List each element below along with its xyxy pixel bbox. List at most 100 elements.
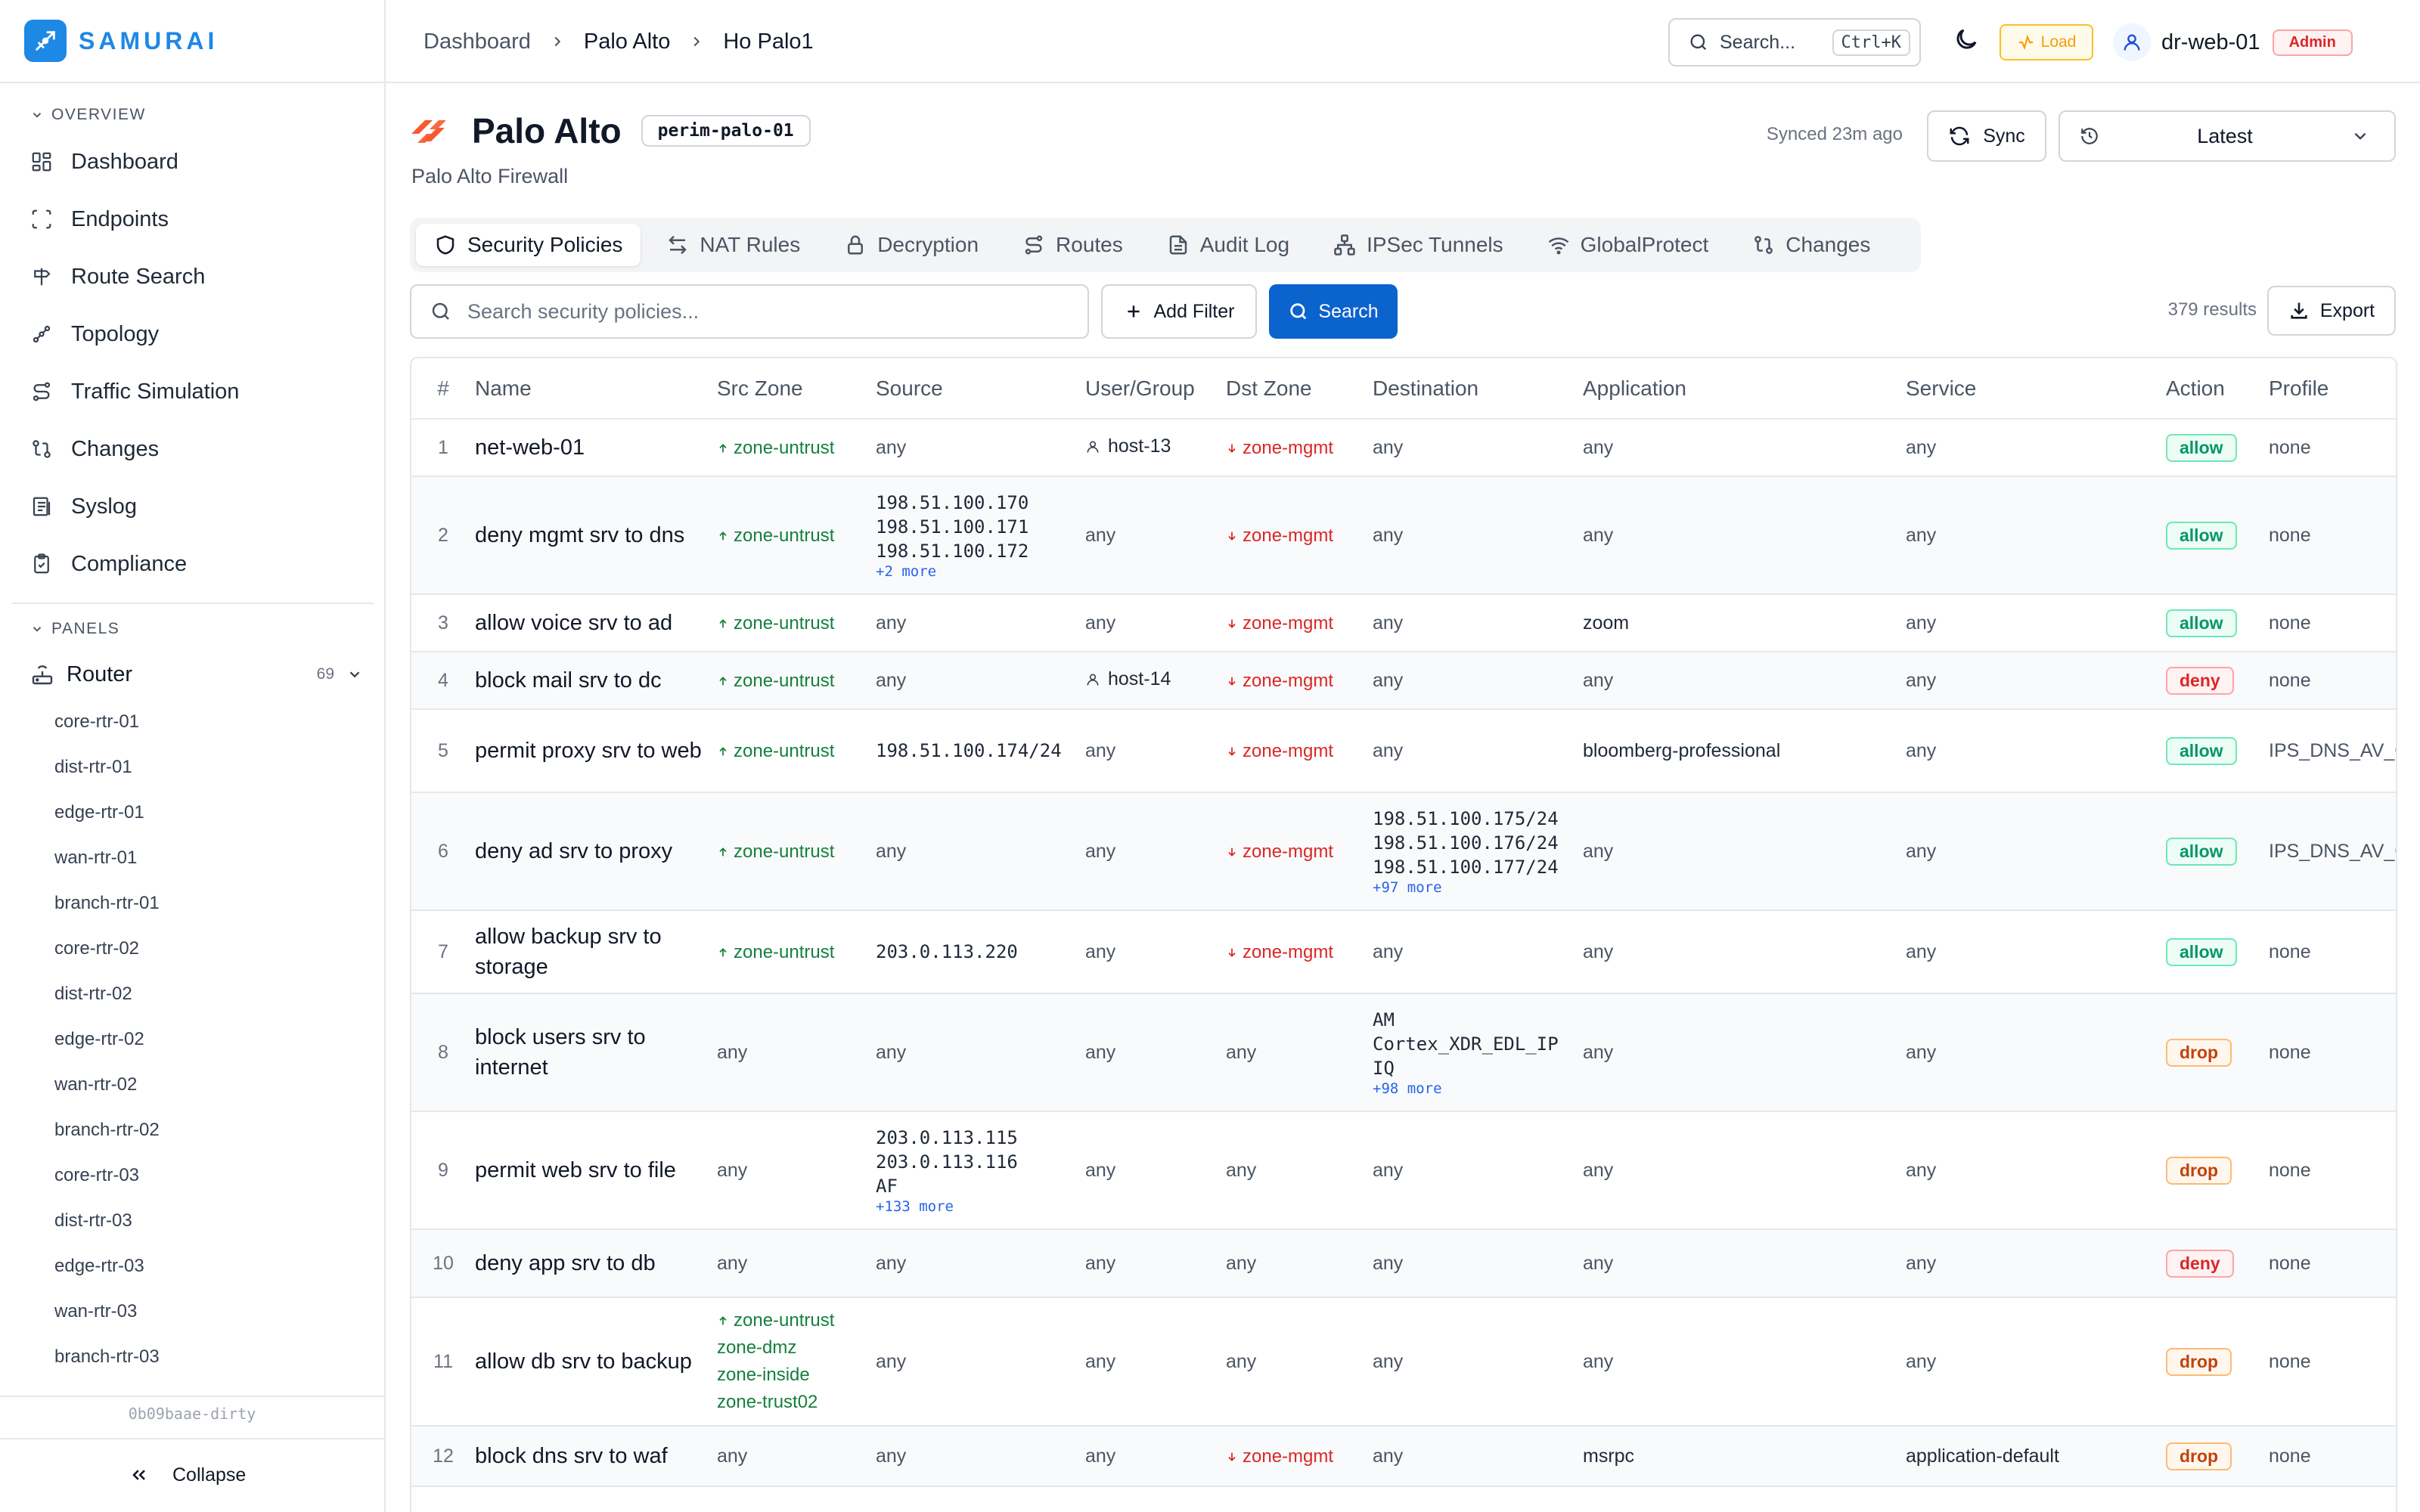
global-search-input[interactable]: Search... Ctrl+K (1668, 18, 1921, 67)
sidebar-item-compliance[interactable]: Compliance (0, 535, 384, 593)
rule-name[interactable]: deny app srv to db (475, 1229, 717, 1298)
rule-name[interactable]: deny ad srv to proxy (475, 792, 717, 911)
destination-address: AM (1373, 1009, 1395, 1030)
table-row[interactable]: 2 deny mgmt srv to dns zone-untrust 198.51.… (411, 476, 2396, 595)
snapshot-select[interactable]: Latest (2059, 110, 2396, 162)
breadcrumb-current[interactable]: Ho Palo1 (723, 29, 813, 54)
table-row[interactable]: 11 allow db srv to backup zone-untrust zone… (411, 1297, 2396, 1427)
router-item[interactable]: core-rtr-03 (54, 1153, 160, 1198)
service-cell: any (1906, 1297, 2166, 1427)
sidebar-item-dashboard[interactable]: Dashboard (0, 133, 384, 191)
router-item[interactable]: wan-rtr-01 (54, 835, 160, 881)
column-header-application[interactable]: Application (1583, 358, 1906, 420)
table-row[interactable]: 12 block dns srv to waf any any any zone-mgmt… (411, 1426, 2396, 1487)
sidebar-item-route-search[interactable]: Route Search (0, 248, 384, 305)
search-button[interactable]: Search (1269, 284, 1398, 339)
table-row[interactable]: 1 net-web-01 zone-untrust any host-13 zone-mg… (411, 419, 2396, 477)
add-filter-label: Add Filter (1153, 300, 1235, 322)
table-row[interactable]: 3 allow voice srv to ad zone-untrust any any… (411, 594, 2396, 652)
table-row[interactable]: 8 block users srv to internet any any any any… (411, 993, 2396, 1112)
router-item[interactable]: branch-rtr-02 (54, 1108, 160, 1153)
tab-nat-rules[interactable]: NAT Rules (648, 224, 818, 266)
overview-section-toggle[interactable]: OVERVIEW (0, 100, 146, 130)
table-row[interactable]: 7 allow backup srv to storage zone-untrust… (411, 910, 2396, 994)
action-cell: drop (2166, 1111, 2269, 1230)
router-item[interactable]: wan-rtr-03 (54, 1289, 160, 1334)
sidebar-item-topology[interactable]: Topology (0, 305, 384, 363)
rule-name[interactable]: block mail srv to dc (475, 652, 717, 710)
table-row[interactable]: 4 block mail srv to dc zone-untrust any host… (411, 652, 2396, 710)
tab-audit-log[interactable]: Audit Log (1149, 224, 1308, 266)
rule-name[interactable]: block users srv to internet (475, 993, 717, 1112)
table-row[interactable]: 5 permit proxy srv to web zone-untrust 198.… (411, 709, 2396, 793)
column-header-profile[interactable]: Profile (2269, 358, 2396, 420)
load-indicator[interactable]: Load (2000, 24, 2093, 60)
rule-name[interactable]: deny mgmt srv to dns (475, 476, 717, 595)
rule-name[interactable]: permit web srv to file (475, 1111, 717, 1230)
table-row[interactable]: 6 deny ad srv to proxy zone-untrust any any z… (411, 792, 2396, 911)
user-menu[interactable]: dr-web-01 Admin (2113, 23, 2353, 62)
tab-changes[interactable]: Changes (1734, 224, 1888, 266)
sidebar-item-endpoints[interactable]: Endpoints (0, 191, 384, 248)
panels-section-toggle[interactable]: PANELS (0, 614, 119, 644)
user-group-cell: any (1085, 594, 1226, 652)
column-header-number[interactable]: # (411, 358, 475, 420)
tab-decryption[interactable]: Decryption (826, 224, 997, 266)
breadcrumb-dashboard[interactable]: Dashboard (424, 29, 531, 54)
router-item[interactable]: dist-rtr-01 (54, 745, 160, 790)
application-cell: any (1583, 792, 1906, 911)
theme-toggle-button[interactable] (1953, 26, 1980, 53)
destination-more-link[interactable]: +97 more (1373, 879, 1583, 896)
column-header-user-group[interactable]: User/Group (1085, 358, 1226, 420)
router-item[interactable]: branch-rtr-03 (54, 1334, 160, 1380)
sidebar-item-changes[interactable]: Changes (0, 420, 384, 478)
brand[interactable]: SAMURAI (0, 0, 384, 83)
source-more-link[interactable]: +2 more (876, 563, 1085, 580)
column-header-source[interactable]: Source (876, 358, 1085, 420)
sync-button[interactable]: Sync (1927, 110, 2046, 162)
tab-routes[interactable]: Routes (1004, 224, 1141, 266)
router-item[interactable]: core-rtr-01 (54, 699, 160, 745)
rule-name[interactable]: permit proxy srv to web (475, 709, 717, 793)
column-header-service[interactable]: Service (1906, 358, 2166, 420)
table-row[interactable]: 9 permit web srv to file any 203.0.113.115 2… (411, 1111, 2396, 1230)
tab-globalprotect[interactable]: GlobalProtect (1529, 224, 1727, 266)
build-version: 0b09baae-dirty (128, 1405, 256, 1423)
rule-name[interactable]: block dns srv to waf (475, 1426, 717, 1487)
router-group-toggle[interactable]: Router 69 (30, 652, 363, 697)
column-header-action[interactable]: Action (2166, 358, 2269, 420)
table-row[interactable]: 10 deny app srv to db any any any any any any an… (411, 1229, 2396, 1298)
router-item[interactable]: branch-rtr-01 (54, 881, 160, 926)
router-item[interactable]: dist-rtr-03 (54, 1198, 160, 1244)
router-item[interactable]: edge-rtr-01 (54, 790, 160, 835)
collapse-sidebar-button[interactable]: Collapse (129, 1456, 246, 1494)
rule-name[interactable]: allow db srv to backup (475, 1297, 717, 1427)
profile-cell: none (2269, 652, 2396, 710)
tab-security-policies[interactable]: Security Policies (416, 224, 641, 266)
add-filter-button[interactable]: Add Filter (1101, 284, 1257, 339)
rule-name[interactable]: allow backup srv to storage (475, 910, 717, 994)
service-value: any (1906, 1350, 1937, 1372)
router-item[interactable]: core-rtr-02 (54, 926, 160, 971)
router-item[interactable]: edge-rtr-02 (54, 1017, 160, 1062)
column-header-dst-zone[interactable]: Dst Zone (1226, 358, 1373, 420)
profile-value: none (2269, 1252, 2311, 1274)
destination-more-link[interactable]: +98 more (1373, 1080, 1583, 1097)
breadcrumb-palo-alto[interactable]: Palo Alto (584, 29, 670, 54)
rule-name[interactable]: net-web-01 (475, 419, 717, 477)
policy-search-input[interactable]: Search security policies... (410, 284, 1089, 339)
profile-cell: none (2269, 419, 2396, 477)
router-item[interactable]: edge-rtr-03 (54, 1244, 160, 1289)
column-header-destination[interactable]: Destination (1373, 358, 1583, 420)
column-header-name[interactable]: Name (475, 358, 717, 420)
router-item[interactable]: dist-rtr-02 (54, 971, 160, 1017)
rule-name[interactable]: allow voice srv to ad (475, 594, 717, 652)
column-header-src-zone[interactable]: Src Zone (717, 358, 876, 420)
sidebar-item-syslog[interactable]: Syslog (0, 478, 384, 535)
sidebar-item-traffic-simulation[interactable]: Traffic Simulation (0, 363, 384, 420)
source-more-link[interactable]: +133 more (876, 1198, 1085, 1215)
router-item[interactable]: wan-rtr-02 (54, 1062, 160, 1108)
export-button[interactable]: Export (2267, 286, 2396, 336)
tab-ipsec-tunnels[interactable]: IPSec Tunnels (1315, 224, 1522, 266)
chevron-down-icon (349, 671, 360, 678)
